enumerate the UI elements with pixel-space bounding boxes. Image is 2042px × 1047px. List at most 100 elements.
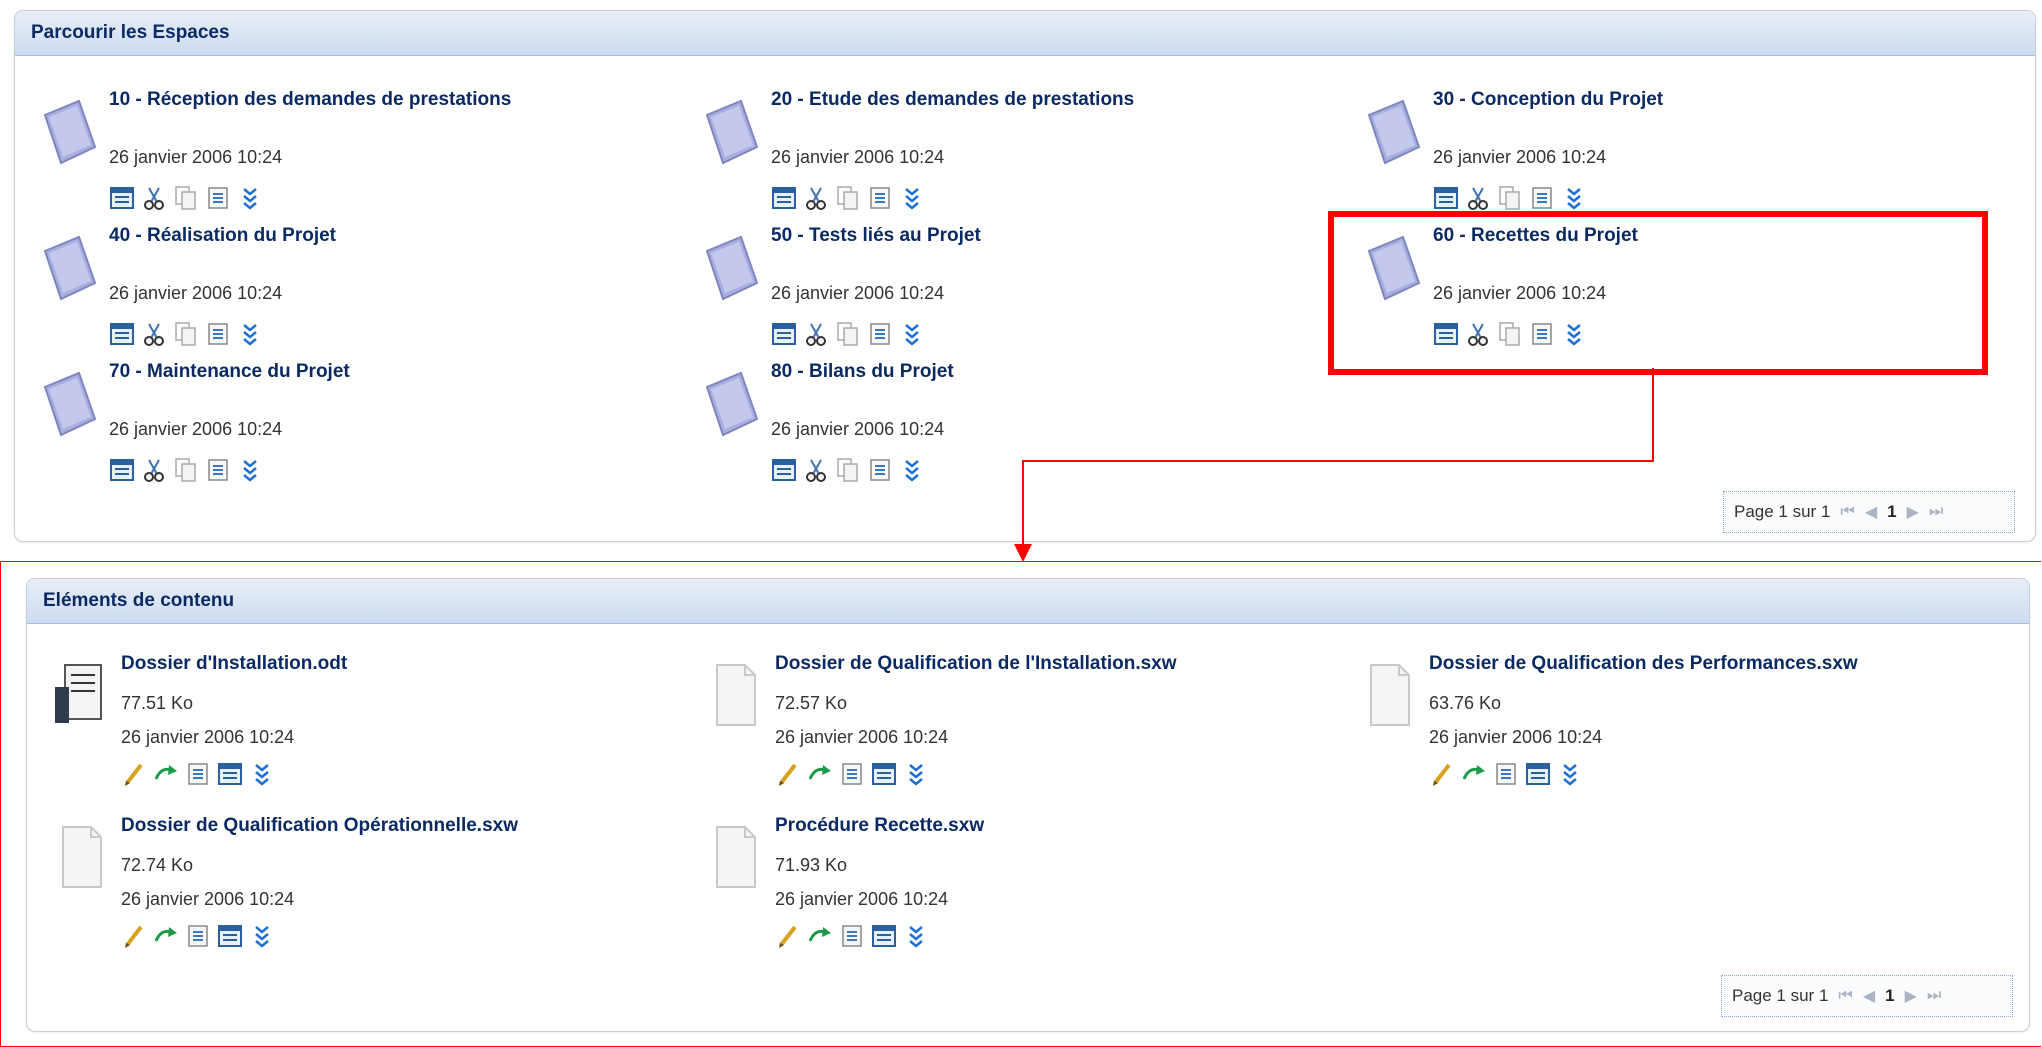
preview-icon[interactable] (205, 321, 231, 347)
more-actions-icon[interactable] (237, 321, 263, 347)
update-icon[interactable] (1461, 761, 1487, 787)
more-actions-icon[interactable] (1557, 761, 1583, 787)
document-icon[interactable] (1359, 661, 1419, 731)
content-date: 26 janvier 2006 10:24 (775, 727, 949, 747)
copy-icon[interactable] (173, 185, 199, 211)
preview-icon[interactable] (185, 761, 211, 787)
space-actions (771, 457, 925, 483)
copy-icon[interactable] (1497, 185, 1523, 211)
content-title[interactable]: Dossier de Qualification Opérationnelle.… (121, 815, 518, 837)
content-title[interactable]: Dossier de Qualification des Performance… (1429, 653, 1858, 675)
more-actions-icon[interactable] (237, 457, 263, 483)
more-actions-icon[interactable] (899, 185, 925, 211)
space-folder-icon[interactable] (1363, 97, 1423, 167)
next-page-icon[interactable]: ▶ (1907, 502, 1919, 522)
details-icon[interactable] (109, 321, 135, 347)
last-page-icon[interactable]: ⏭ (1927, 987, 1941, 1005)
space-folder-icon[interactable] (701, 97, 761, 167)
space-folder-icon[interactable] (39, 369, 99, 439)
space-title[interactable]: 70 - Maintenance du Projet (109, 361, 350, 383)
preview-icon[interactable] (867, 185, 893, 211)
more-actions-icon[interactable] (899, 321, 925, 347)
details-icon[interactable] (871, 923, 897, 949)
copy-icon[interactable] (835, 457, 861, 483)
content-panel-header: Eléments de contenu (27, 579, 2029, 624)
details-icon[interactable] (1525, 761, 1551, 787)
details-icon[interactable] (771, 457, 797, 483)
space-folder-icon[interactable] (701, 233, 761, 303)
cut-icon[interactable] (803, 321, 829, 347)
details-icon[interactable] (109, 185, 135, 211)
document-icon[interactable] (51, 823, 111, 893)
more-actions-icon[interactable] (249, 761, 275, 787)
details-icon[interactable] (871, 761, 897, 787)
update-icon[interactable] (153, 923, 179, 949)
preview-icon[interactable] (205, 457, 231, 483)
space-title[interactable]: 20 - Etude des demandes de prestations (771, 89, 1134, 111)
content-title[interactable]: Procédure Recette.sxw (775, 815, 984, 837)
space-folder-icon[interactable] (39, 233, 99, 303)
edit-icon[interactable] (1429, 761, 1455, 787)
cut-icon[interactable] (141, 321, 167, 347)
preview-icon[interactable] (867, 321, 893, 347)
space-title[interactable]: 30 - Conception du Projet (1433, 89, 1663, 111)
preview-icon[interactable] (839, 761, 865, 787)
edit-icon[interactable] (775, 923, 801, 949)
first-page-icon[interactable]: ⏮ (1840, 503, 1854, 521)
cut-icon[interactable] (1465, 185, 1491, 211)
edit-icon[interactable] (121, 923, 147, 949)
copy-icon[interactable] (835, 185, 861, 211)
space-folder-icon[interactable] (701, 369, 761, 439)
preview-icon[interactable] (1529, 185, 1555, 211)
more-actions-icon[interactable] (899, 457, 925, 483)
space-title[interactable]: 50 - Tests liés au Projet (771, 225, 981, 247)
previous-page-icon[interactable]: ◀ (1865, 502, 1877, 522)
preview-icon[interactable] (867, 457, 893, 483)
more-actions-icon[interactable] (237, 185, 263, 211)
space-title[interactable]: 80 - Bilans du Projet (771, 361, 954, 383)
more-actions-icon[interactable] (903, 761, 929, 787)
cut-icon[interactable] (141, 457, 167, 483)
content-item: Dossier de Qualification Opérationnelle.… (51, 815, 691, 965)
document-icon[interactable] (705, 823, 765, 893)
preview-icon[interactable] (1493, 761, 1519, 787)
more-actions-icon[interactable] (903, 923, 929, 949)
cut-icon[interactable] (803, 185, 829, 211)
details-icon[interactable] (1433, 185, 1459, 211)
details-icon[interactable] (771, 185, 797, 211)
cut-icon[interactable] (141, 185, 167, 211)
copy-icon[interactable] (173, 457, 199, 483)
more-actions-icon[interactable] (249, 923, 275, 949)
document-icon[interactable] (705, 661, 765, 731)
pager-text: Page 1 sur 1 (1734, 502, 1831, 521)
edit-icon[interactable] (121, 761, 147, 787)
copy-icon[interactable] (173, 321, 199, 347)
first-page-icon[interactable]: ⏮ (1838, 987, 1852, 1005)
details-icon[interactable] (217, 761, 243, 787)
space-title[interactable]: 40 - Réalisation du Projet (109, 225, 336, 247)
next-page-icon[interactable]: ▶ (1905, 986, 1917, 1006)
content-date: 26 janvier 2006 10:24 (121, 727, 295, 747)
update-icon[interactable] (807, 761, 833, 787)
preview-icon[interactable] (839, 923, 865, 949)
content-title[interactable]: Dossier de Qualification de l'Installati… (775, 653, 1177, 675)
space-title[interactable]: 10 - Réception des demandes de prestatio… (109, 89, 511, 111)
space-folder-icon[interactable] (39, 97, 99, 167)
preview-icon[interactable] (205, 185, 231, 211)
previous-page-icon[interactable]: ◀ (1863, 986, 1875, 1006)
preview-icon[interactable] (185, 923, 211, 949)
cut-icon[interactable] (803, 457, 829, 483)
update-icon[interactable] (153, 761, 179, 787)
copy-icon[interactable] (835, 321, 861, 347)
more-actions-icon[interactable] (1561, 185, 1587, 211)
update-icon[interactable] (807, 923, 833, 949)
details-icon[interactable] (217, 923, 243, 949)
edit-icon[interactable] (775, 761, 801, 787)
details-icon[interactable] (109, 457, 135, 483)
details-icon[interactable] (771, 321, 797, 347)
last-page-icon[interactable]: ⏭ (1929, 503, 1943, 521)
pager-text: Page 1 sur 1 (1732, 986, 1829, 1005)
content-size: 72.74 Ko (121, 855, 194, 875)
odt-document-icon[interactable] (51, 661, 111, 731)
content-title[interactable]: Dossier d'Installation.odt (121, 653, 347, 675)
